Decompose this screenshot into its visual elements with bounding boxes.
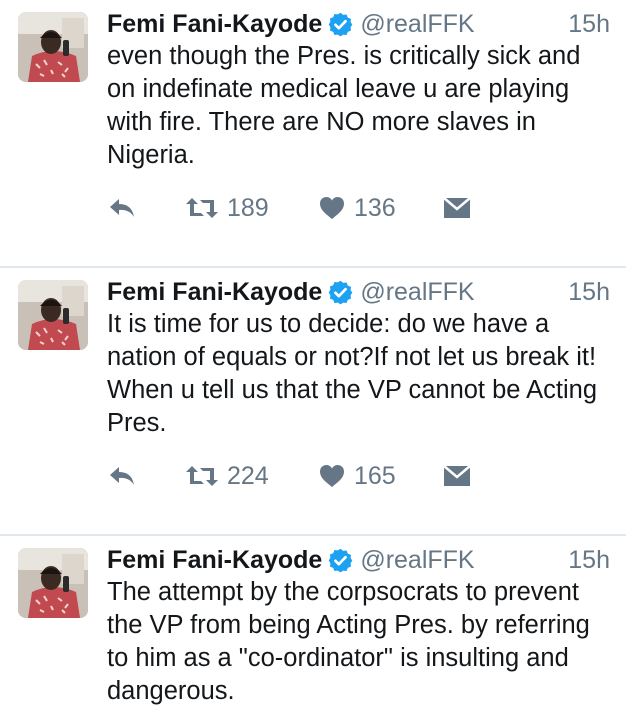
verified-badge-icon [327,279,354,306]
tweet[interactable]: Femi Fani-Kayode @realFFK 15h It is time… [0,268,626,536]
timestamp[interactable]: 15h [568,546,610,575]
avatar[interactable] [18,280,88,350]
tweet-text: even though the Pres. is critically sick… [107,42,581,169]
avatar[interactable] [18,12,88,82]
author-name[interactable]: Femi Fani-Kayode [107,546,322,575]
timestamp[interactable]: 15h [568,10,610,39]
direct-message-button[interactable] [443,190,471,226]
retweet-count: 224 [227,461,269,490]
tweet[interactable]: Femi Fani-Kayode @realFFK 15h even thoug… [0,0,626,268]
heart-icon [318,195,346,221]
like-button[interactable]: 165 [318,458,396,494]
tweet-text: It is time for us to decide: do we have … [107,310,598,437]
heart-icon [318,463,346,489]
tweet[interactable]: Femi Fani-Kayode @realFFK 15h The attemp… [0,536,626,720]
like-count: 136 [354,193,396,222]
author-name[interactable]: Femi Fani-Kayode [107,278,322,307]
verified-badge-icon [327,11,354,38]
envelope-icon [443,463,471,489]
tweet-header: Femi Fani-Kayode @realFFK 15h [107,6,610,42]
author-handle[interactable]: @realFFK [360,278,474,307]
envelope-icon [443,195,471,221]
author-name[interactable]: Femi Fani-Kayode [107,10,322,39]
tweet-actions: 224 165 [107,458,587,494]
author-handle[interactable]: @realFFK [360,546,474,575]
tweet-text: The attempt by the corpsocrats to preven… [107,578,590,705]
direct-message-button[interactable] [443,458,471,494]
tweet-actions: 189 136 [107,190,587,226]
like-count: 165 [354,461,396,490]
retweet-button[interactable]: 224 [185,458,269,494]
like-button[interactable]: 136 [318,190,396,226]
avatar[interactable] [18,548,88,618]
retweet-icon [185,463,219,489]
tweet-timeline: Femi Fani-Kayode @realFFK 15h even thoug… [0,0,626,720]
reply-arrow-icon [107,463,137,489]
retweet-icon [185,195,219,221]
timestamp[interactable]: 15h [568,278,610,307]
tweet-header: Femi Fani-Kayode @realFFK 15h [107,542,610,578]
retweet-count: 189 [227,193,269,222]
reply-button[interactable] [107,458,137,494]
reply-button[interactable] [107,190,137,226]
reply-arrow-icon [107,195,137,221]
retweet-button[interactable]: 189 [185,190,269,226]
author-handle[interactable]: @realFFK [360,10,474,39]
tweet-header: Femi Fani-Kayode @realFFK 15h [107,274,610,310]
verified-badge-icon [327,547,354,574]
